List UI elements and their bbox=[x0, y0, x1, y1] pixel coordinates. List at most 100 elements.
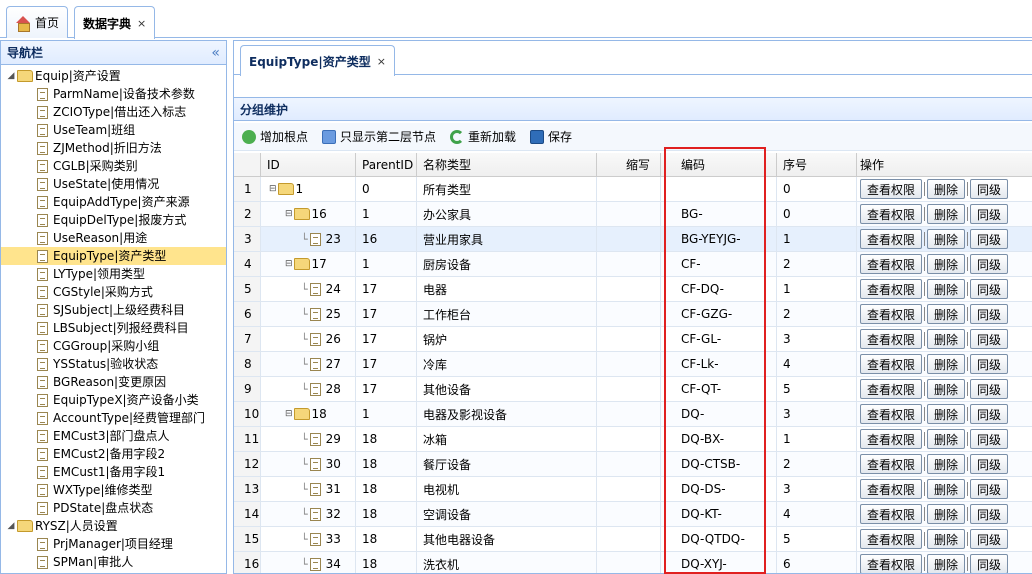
code-cell[interactable]: CF-GZG- bbox=[661, 302, 777, 326]
abbr-cell[interactable] bbox=[597, 277, 661, 301]
add-sibling-button[interactable]: 同级 bbox=[970, 429, 1009, 449]
sidebar-item[interactable]: EquipTypeX|资产设备小类 bbox=[1, 391, 226, 409]
delete-button[interactable]: 删除 bbox=[927, 204, 966, 224]
code-cell[interactable]: CF-Lk- bbox=[661, 352, 777, 376]
col-header-name[interactable]: 名称类型 bbox=[417, 153, 597, 176]
delete-button[interactable]: 删除 bbox=[927, 329, 966, 349]
expand-arrow-icon[interactable]: ◢ bbox=[5, 67, 17, 85]
table-row[interactable]: 1 ⊟ 1 0 所有类型 0 查看权限 删除 同级 bbox=[234, 177, 1032, 202]
seq-cell[interactable]: 5 bbox=[777, 527, 857, 551]
close-icon[interactable]: × bbox=[137, 17, 146, 30]
parentid-cell[interactable]: 1 bbox=[356, 252, 417, 276]
sidebar-item[interactable]: SPMan|审批人 bbox=[1, 553, 226, 571]
seq-cell[interactable]: 5 bbox=[777, 377, 857, 401]
code-cell[interactable]: CF-GL- bbox=[661, 327, 777, 351]
delete-button[interactable]: 删除 bbox=[927, 404, 966, 424]
code-cell[interactable] bbox=[661, 177, 777, 201]
show-second-level-button[interactable]: 只显示第二层节点 bbox=[322, 128, 436, 145]
parentid-cell[interactable]: 0 bbox=[356, 177, 417, 201]
sidebar-item[interactable]: ZCIOType|借出还入标志 bbox=[1, 103, 226, 121]
seq-cell[interactable]: 0 bbox=[777, 202, 857, 226]
id-cell[interactable]: └ 32 bbox=[261, 502, 356, 526]
sidebar-item[interactable]: LYType|领用类型 bbox=[1, 265, 226, 283]
seq-cell[interactable]: 2 bbox=[777, 302, 857, 326]
add-sibling-button[interactable]: 同级 bbox=[970, 404, 1009, 424]
name-cell[interactable]: 冷库 bbox=[417, 352, 597, 376]
add-sibling-button[interactable]: 同级 bbox=[970, 254, 1009, 274]
collapse-node-icon[interactable]: ⊟ bbox=[285, 409, 293, 419]
id-cell[interactable]: └ 23 bbox=[261, 227, 356, 251]
seq-cell[interactable]: 3 bbox=[777, 477, 857, 501]
id-cell[interactable]: └ 30 bbox=[261, 452, 356, 476]
sidebar-item[interactable]: EMCust1|备用字段1 bbox=[1, 463, 226, 481]
view-permission-button[interactable]: 查看权限 bbox=[860, 254, 923, 274]
col-header-code[interactable]: 编码 bbox=[661, 153, 777, 176]
table-row[interactable]: 7 └ 26 17 锅炉 CF-GL- 3 查看权限 删除 同级 bbox=[234, 327, 1032, 352]
parentid-cell[interactable]: 17 bbox=[356, 352, 417, 376]
id-cell[interactable]: └ 34 bbox=[261, 552, 356, 573]
view-permission-button[interactable]: 查看权限 bbox=[860, 304, 923, 324]
view-permission-button[interactable]: 查看权限 bbox=[860, 479, 923, 499]
code-cell[interactable]: DQ-XYJ- bbox=[661, 552, 777, 573]
name-cell[interactable]: 锅炉 bbox=[417, 327, 597, 351]
view-permission-button[interactable]: 查看权限 bbox=[860, 454, 923, 474]
save-button[interactable]: 保存 bbox=[530, 128, 572, 145]
sidebar-item[interactable]: BGReason|变更原因 bbox=[1, 373, 226, 391]
delete-button[interactable]: 删除 bbox=[927, 504, 966, 524]
name-cell[interactable]: 办公家具 bbox=[417, 202, 597, 226]
id-cell[interactable]: └ 25 bbox=[261, 302, 356, 326]
collapse-node-icon[interactable]: ⊟ bbox=[285, 209, 293, 219]
name-cell[interactable]: 空调设备 bbox=[417, 502, 597, 526]
table-row[interactable]: 13 └ 31 18 电视机 DQ-DS- 3 查看权限 删除 同级 bbox=[234, 477, 1032, 502]
seq-cell[interactable]: 3 bbox=[777, 402, 857, 426]
sidebar-item[interactable]: AccountType|经费管理部门 bbox=[1, 409, 226, 427]
table-row[interactable]: 14 └ 32 18 空调设备 DQ-KT- 4 查看权限 删除 同级 bbox=[234, 502, 1032, 527]
seq-cell[interactable]: 1 bbox=[777, 427, 857, 451]
sidebar-item[interactable]: SJSubject|上级经费科目 bbox=[1, 301, 226, 319]
name-cell[interactable]: 电器 bbox=[417, 277, 597, 301]
parentid-cell[interactable]: 17 bbox=[356, 302, 417, 326]
code-cell[interactable]: CF-QT- bbox=[661, 377, 777, 401]
tab-home[interactable]: 首页 bbox=[6, 6, 69, 38]
parentid-cell[interactable]: 17 bbox=[356, 327, 417, 351]
col-header-id[interactable]: ID bbox=[261, 153, 356, 176]
abbr-cell[interactable] bbox=[597, 177, 661, 201]
delete-button[interactable]: 删除 bbox=[927, 479, 966, 499]
parentid-cell[interactable]: 18 bbox=[356, 552, 417, 573]
delete-button[interactable]: 删除 bbox=[927, 179, 966, 199]
delete-button[interactable]: 删除 bbox=[927, 354, 966, 374]
name-cell[interactable]: 洗衣机 bbox=[417, 552, 597, 573]
abbr-cell[interactable] bbox=[597, 402, 661, 426]
add-sibling-button[interactable]: 同级 bbox=[970, 229, 1009, 249]
seq-cell[interactable]: 2 bbox=[777, 452, 857, 476]
table-row[interactable]: 15 └ 33 18 其他电器设备 DQ-QTDQ- 5 查看权限 删除 同级 bbox=[234, 527, 1032, 552]
abbr-cell[interactable] bbox=[597, 502, 661, 526]
sidebar-item[interactable]: EquipType|资产类型 bbox=[1, 247, 226, 265]
code-cell[interactable]: DQ-QTDQ- bbox=[661, 527, 777, 551]
view-permission-button[interactable]: 查看权限 bbox=[860, 429, 923, 449]
code-cell[interactable]: DQ-CTSB- bbox=[661, 452, 777, 476]
code-cell[interactable]: CF- bbox=[661, 252, 777, 276]
close-icon[interactable]: × bbox=[377, 55, 386, 68]
id-cell[interactable]: └ 31 bbox=[261, 477, 356, 501]
abbr-cell[interactable] bbox=[597, 227, 661, 251]
code-cell[interactable]: DQ- bbox=[661, 402, 777, 426]
name-cell[interactable]: 其他设备 bbox=[417, 377, 597, 401]
add-sibling-button[interactable]: 同级 bbox=[970, 329, 1009, 349]
code-cell[interactable]: BG- bbox=[661, 202, 777, 226]
table-row[interactable]: 8 └ 27 17 冷库 CF-Lk- 4 查看权限 删除 同级 bbox=[234, 352, 1032, 377]
id-cell[interactable]: └ 33 bbox=[261, 527, 356, 551]
seq-cell[interactable]: 1 bbox=[777, 227, 857, 251]
code-cell[interactable]: DQ-KT- bbox=[661, 502, 777, 526]
id-cell[interactable]: ⊟ 18 bbox=[261, 402, 356, 426]
collapse-node-icon[interactable]: ⊟ bbox=[285, 259, 293, 269]
parentid-cell[interactable]: 18 bbox=[356, 427, 417, 451]
parentid-cell[interactable]: 18 bbox=[356, 527, 417, 551]
id-cell[interactable]: └ 27 bbox=[261, 352, 356, 376]
name-cell[interactable]: 工作柜台 bbox=[417, 302, 597, 326]
col-header-parentid[interactable]: ParentID bbox=[356, 153, 417, 176]
table-row[interactable]: 10 ⊟ 18 1 电器及影视设备 DQ- 3 查看权限 删除 同级 bbox=[234, 402, 1032, 427]
sidebar-item[interactable]: EMCust3|部门盘点人 bbox=[1, 427, 226, 445]
id-cell[interactable]: ⊟ 16 bbox=[261, 202, 356, 226]
code-cell[interactable]: DQ-BX- bbox=[661, 427, 777, 451]
